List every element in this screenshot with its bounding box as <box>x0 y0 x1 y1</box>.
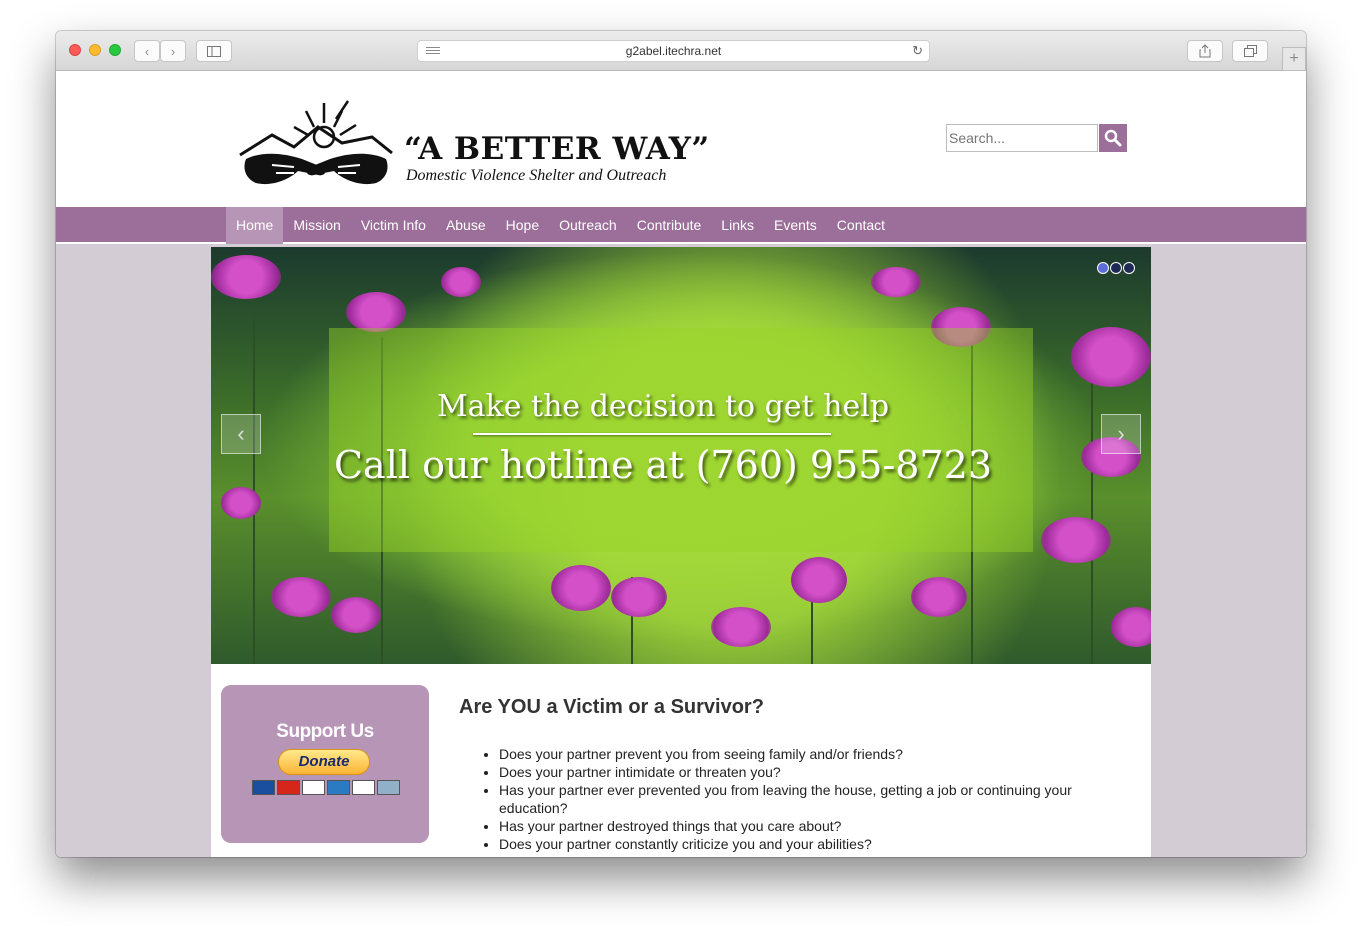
visa-card-icon <box>302 780 325 795</box>
amex-card-icon <box>327 780 350 795</box>
nav-item-home[interactable]: Home <box>226 207 284 244</box>
nav-item-contribute[interactable]: Contribute <box>627 207 712 244</box>
slider-dot-1[interactable] <box>1097 262 1109 274</box>
hero-slider: Make the decision to get help Call our h… <box>211 247 1151 664</box>
bank-transfer-icon <box>377 780 400 795</box>
slide-hotline: Call our hotline at (760) 955-8723 <box>333 443 993 487</box>
payment-cards <box>252 780 400 795</box>
list-item: Does your partner prevent you from seein… <box>499 745 1099 763</box>
share-icon <box>1199 44 1211 58</box>
slide-headline: Make the decision to get help <box>436 389 890 424</box>
forward-button[interactable]: › <box>160 40 186 62</box>
mastercard-icon <box>277 780 300 795</box>
chevron-right-icon: › <box>1117 421 1125 446</box>
list-item: Does your partner intimidate or threaten… <box>499 763 1099 781</box>
nav-item-events[interactable]: Events <box>764 207 827 244</box>
article-title: Are YOU a Victim or a Survivor? <box>459 696 764 718</box>
discover-card-icon <box>352 780 375 795</box>
logo-subtitle: Domestic Violence Shelter and Outreach <box>406 167 667 184</box>
plus-icon: + <box>1289 50 1299 67</box>
nav-item-outreach[interactable]: Outreach <box>549 207 627 244</box>
browser-window: ‹ › g2abel.itechra.net ↻ + “A BETTER WAY… <box>56 31 1306 857</box>
question-list: Does your partner prevent you from seein… <box>499 745 1099 853</box>
site-header: “A BETTER WAY” Domestic Violence Shelter… <box>56 71 1306 207</box>
chevron-left-icon: ‹ <box>237 421 245 446</box>
support-us-widget: Support Us Donate <box>221 685 429 843</box>
nav-item-links[interactable]: Links <box>711 207 764 244</box>
sidebar-icon <box>207 45 221 57</box>
nav-item-hope[interactable]: Hope <box>496 207 549 244</box>
address-bar[interactable]: g2abel.itechra.net ↻ <box>417 40 930 62</box>
close-window-button[interactable] <box>69 44 81 56</box>
slide-divider <box>473 433 831 435</box>
slider-next-button[interactable]: › <box>1101 414 1141 454</box>
main-nav: Home Mission Victim Info Abuse Hope Outr… <box>56 207 1306 244</box>
search-icon <box>1104 129 1122 147</box>
list-item: Has your partner destroyed things that y… <box>499 817 1099 835</box>
share-button[interactable] <box>1187 40 1223 62</box>
maestro-card-icon <box>252 780 275 795</box>
list-item: Does your partner constantly criticize y… <box>499 835 1099 853</box>
tabs-overview-button[interactable] <box>1232 40 1268 62</box>
minimize-window-button[interactable] <box>89 44 101 56</box>
support-title: Support Us <box>276 721 374 742</box>
nav-item-abuse[interactable]: Abuse <box>436 207 496 244</box>
slider-dot-3[interactable] <box>1123 262 1135 274</box>
url-text: g2abel.itechra.net <box>625 44 722 58</box>
nav-item-mission[interactable]: Mission <box>283 207 350 244</box>
reload-icon[interactable]: ↻ <box>912 43 923 59</box>
main-content: Support Us Donate Are YOU a Victim or a … <box>211 664 1151 857</box>
back-button[interactable]: ‹ <box>134 40 160 62</box>
reader-view-icon[interactable] <box>426 45 440 56</box>
nav-item-contact[interactable]: Contact <box>827 207 895 244</box>
browser-titlebar: ‹ › g2abel.itechra.net ↻ + <box>56 31 1306 71</box>
site-logo[interactable]: “A BETTER WAY” Domestic Violence Shelter… <box>232 97 709 189</box>
logo-title: “A BETTER WAY” <box>404 131 710 167</box>
new-tab-button[interactable]: + <box>1282 47 1306 71</box>
nav-item-victim-info[interactable]: Victim Info <box>351 207 436 244</box>
web-page: “A BETTER WAY” Domestic Violence Shelter… <box>56 71 1306 857</box>
slide-caption-box <box>329 328 1033 552</box>
slider-pagination <box>1097 262 1135 274</box>
donate-button[interactable]: Donate <box>278 749 370 775</box>
hands-sun-logo-icon <box>239 100 393 185</box>
search-input[interactable] <box>946 124 1098 152</box>
chevron-left-icon: ‹ <box>144 43 150 59</box>
tabs-icon <box>1243 45 1257 57</box>
sidebar-toggle-button[interactable] <box>196 40 232 62</box>
chevron-right-icon: › <box>170 43 176 59</box>
search-button[interactable] <box>1099 124 1127 152</box>
zoom-window-button[interactable] <box>109 44 121 56</box>
list-item: Has your partner ever prevented you from… <box>499 781 1099 817</box>
slider-prev-button[interactable]: ‹ <box>221 414 261 454</box>
slider-dot-2[interactable] <box>1110 262 1122 274</box>
